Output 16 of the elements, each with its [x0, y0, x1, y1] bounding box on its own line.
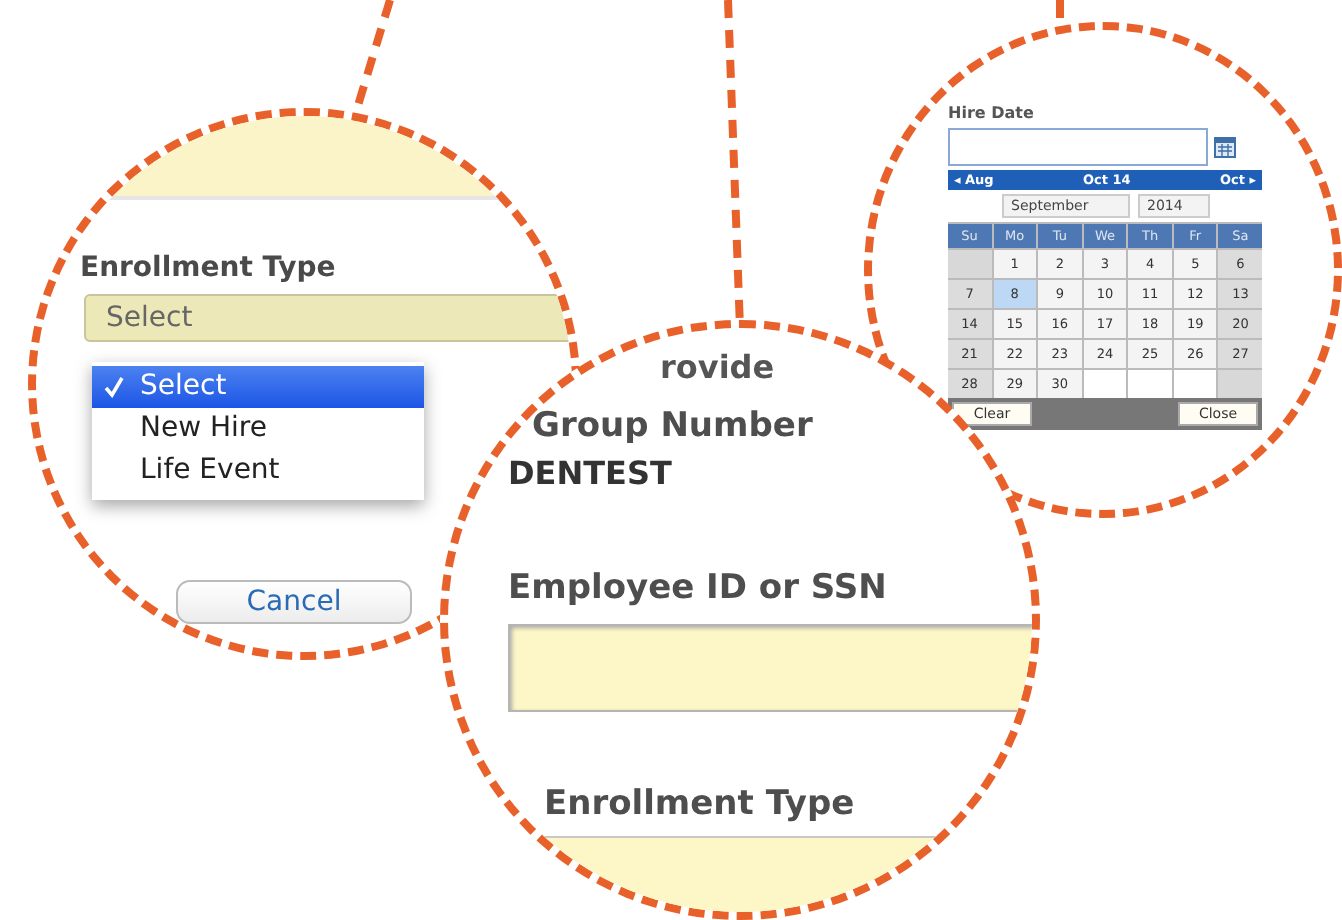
field-label: Group Number	[532, 406, 813, 446]
employee-id-field[interactable]	[508, 624, 1032, 712]
check-icon	[104, 376, 124, 398]
field-label: Enrollment Type	[544, 784, 855, 824]
field-label: Hire Date	[948, 104, 1036, 122]
calendar-icon[interactable]	[1214, 136, 1236, 158]
field-label: Employee ID or SSN	[508, 568, 887, 608]
enrollment-type-select[interactable]: Select	[84, 294, 572, 342]
dropdown-option[interactable]: Select	[92, 366, 424, 408]
field-label: Enrollment Type	[80, 252, 338, 284]
hire-date-field[interactable]	[948, 128, 1208, 166]
dropdown-option[interactable]: New Hire	[92, 408, 424, 450]
cancel-button[interactable]: Cancel	[176, 580, 412, 624]
dropdown-option[interactable]: Life Event	[92, 450, 424, 492]
field-value: DENTEST	[508, 454, 672, 492]
heading-text: rovide	[660, 348, 775, 386]
